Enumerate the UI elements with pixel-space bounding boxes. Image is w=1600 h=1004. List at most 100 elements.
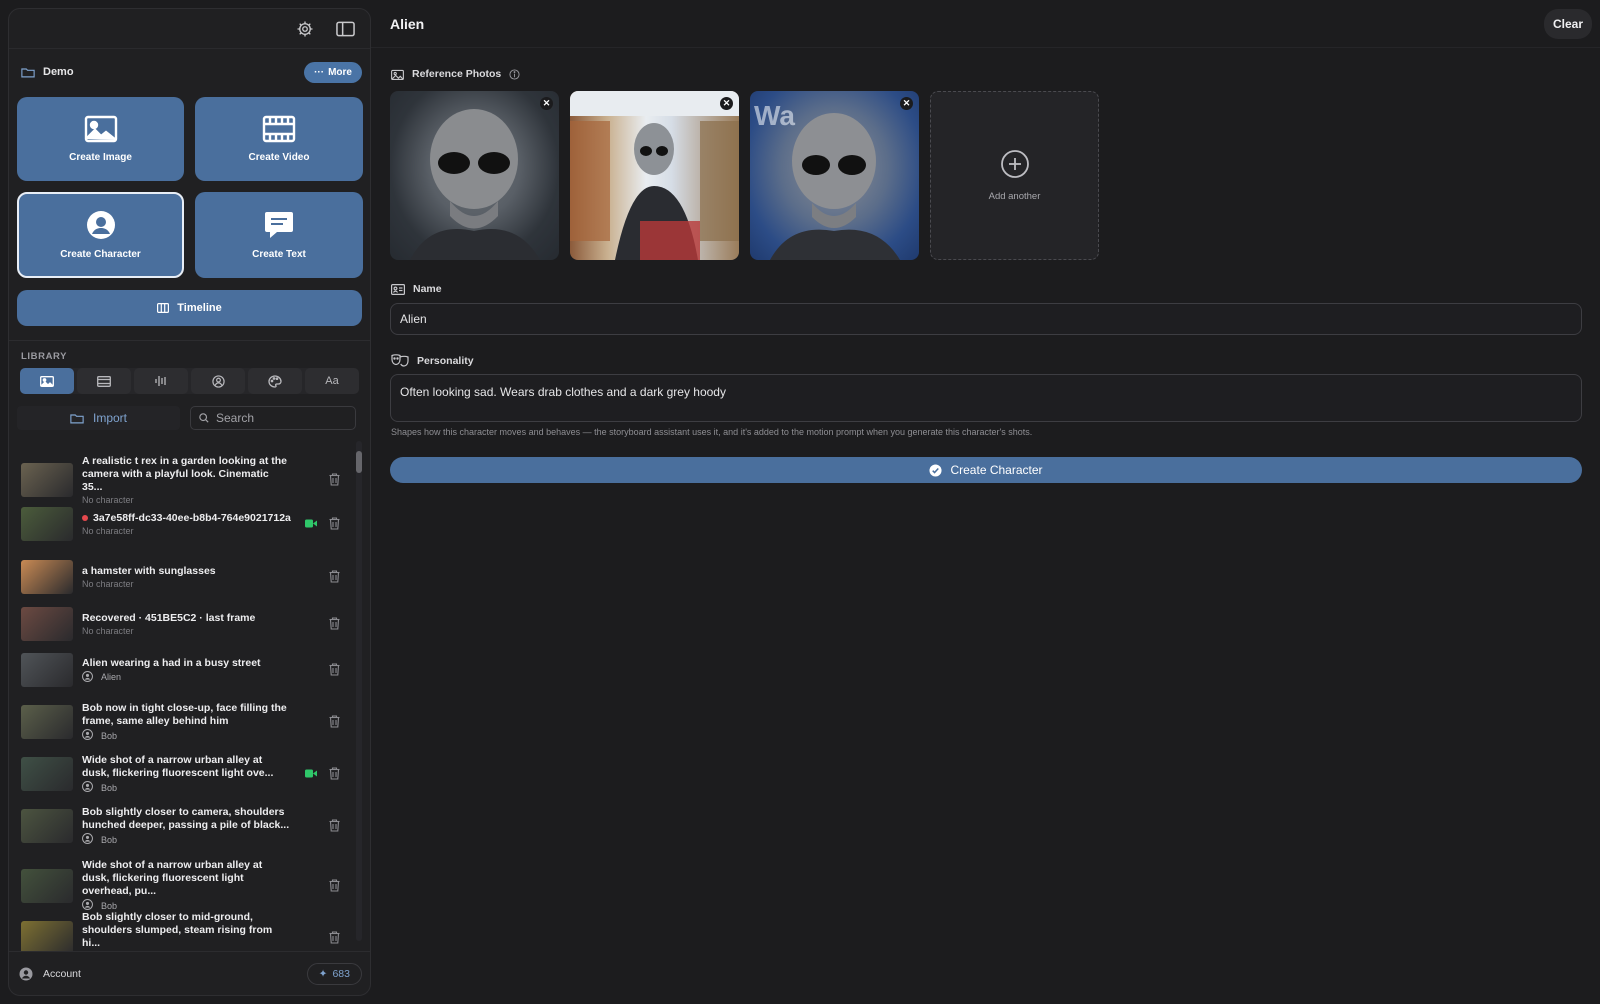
tab-styles[interactable]	[248, 368, 302, 394]
reference-photos: ✕ ✕ Wa ✕ Add another	[390, 91, 1099, 260]
account-bar: Account ✦ 683	[9, 951, 370, 995]
project-name[interactable]: Demo	[21, 66, 74, 78]
import-label: Import	[92, 411, 127, 425]
item-title-text: Bob slightly closer to camera, shoulders…	[82, 806, 290, 831]
personality-field[interactable]: Often looking sad. Wears drab clothes an…	[390, 374, 1582, 422]
list-item[interactable]: a hamster with sunglasses No character	[21, 560, 341, 594]
account-button[interactable]: Account	[19, 967, 81, 981]
more-button[interactable]: ··· More	[304, 61, 362, 83]
list-item[interactable]: Recovered · 451BE5C2 · last frame No char…	[21, 607, 341, 641]
trash-icon[interactable]	[329, 663, 341, 677]
item-title: Bob slightly closer to camera, shoulders…	[82, 806, 292, 832]
svg-text:Wa: Wa	[754, 100, 795, 131]
item-title-text: a hamster with sunglasses	[82, 565, 216, 577]
trash-icon[interactable]	[329, 767, 341, 781]
list-item[interactable]: 3a7e58ff-dc33-40ee-b8b4-764e9021712a No c…	[21, 507, 341, 541]
personality-heading: Personality	[391, 354, 474, 367]
reference-photos-heading: Reference Photos	[391, 68, 520, 80]
item-title-text: Alien wearing a had in a busy street	[82, 656, 261, 669]
item-subtitle-text: Bob	[101, 782, 118, 793]
item-subtitle: Bob	[82, 781, 292, 794]
create-video-label: Create Video	[248, 152, 310, 163]
create-video-button[interactable]: Create Video	[195, 97, 363, 181]
item-thumbnail	[21, 653, 73, 687]
create-text-button[interactable]: Create Text	[195, 192, 363, 278]
item-actions	[329, 715, 341, 729]
gear-icon[interactable]	[294, 18, 316, 40]
tab-characters[interactable]	[191, 368, 245, 394]
create-image-button[interactable]: Create Image	[17, 97, 184, 181]
create-character-submit[interactable]: Create Character	[390, 457, 1582, 483]
item-text: 3a7e58ff-dc33-40ee-b8b4-764e9021712a No c…	[82, 512, 292, 536]
sidebar-toggle-icon[interactable]	[334, 18, 356, 40]
create-character-button[interactable]: Create Character	[17, 192, 184, 278]
trash-icon[interactable]	[329, 930, 341, 945]
search-input[interactable]: Search	[190, 406, 356, 430]
credits-badge[interactable]: ✦ 683	[306, 962, 362, 985]
more-label: More	[328, 66, 352, 78]
sparkle-icon: ✦	[318, 967, 328, 980]
item-actions	[329, 663, 341, 677]
main-header: Alien Clear	[371, 0, 1600, 48]
library-list: A realistic t rex in a garden looking at…	[9, 441, 363, 951]
item-text: A realistic t rex in a garden looking at…	[82, 455, 292, 505]
create-character-label: Create Character	[950, 463, 1043, 477]
remove-photo-icon[interactable]: ✕	[900, 97, 913, 110]
list-item[interactable]: Bob slightly closer to mid-ground, shoul…	[21, 911, 341, 951]
tab-videos[interactable]	[77, 368, 131, 394]
palette-icon	[268, 374, 282, 388]
credits-value: 683	[332, 967, 350, 980]
item-subtitle: No character	[82, 526, 292, 536]
list-item[interactable]: Bob slightly closer to camera, shoulders…	[21, 806, 341, 846]
item-title-text: 3a7e58ff-dc33-40ee-b8b4-764e9021712a	[93, 512, 291, 524]
item-actions	[329, 819, 341, 833]
list-item[interactable]: A realistic t rex in a garden looking at…	[21, 455, 341, 505]
name-field[interactable]: Alien	[390, 303, 1582, 335]
library-scrollbar[interactable]	[356, 441, 362, 941]
reference-photo[interactable]: Wa ✕	[750, 91, 919, 260]
trash-icon[interactable]	[329, 878, 341, 893]
add-another-label: Add another	[988, 191, 1041, 202]
trash-icon[interactable]	[329, 715, 341, 729]
library-actions: Import Search	[17, 406, 362, 430]
remove-photo-icon[interactable]: ✕	[720, 97, 733, 110]
reference-photo[interactable]: ✕	[390, 91, 559, 260]
add-photo-button[interactable]: Add another	[930, 91, 1099, 260]
import-button[interactable]: Import	[17, 406, 180, 430]
tab-text[interactable]: Aa	[305, 368, 359, 394]
item-title-text: Wide shot of a narrow urban alley at dus…	[82, 754, 274, 779]
reference-photos-label: Reference Photos	[412, 68, 502, 80]
remove-photo-icon[interactable]: ✕	[540, 97, 553, 110]
list-item[interactable]: Wide shot of a narrow urban alley at dus…	[21, 754, 341, 794]
character-icon	[82, 833, 93, 846]
item-subtitle-text: No character	[82, 526, 134, 536]
scrollbar-thumb[interactable]	[356, 451, 362, 473]
tab-audio[interactable]	[134, 368, 188, 394]
trash-icon[interactable]	[329, 819, 341, 833]
item-text: a hamster with sunglasses No character	[82, 565, 292, 589]
list-item[interactable]: Bob now in tight close-up, face filling …	[21, 702, 341, 742]
folder-icon	[21, 67, 35, 77]
item-title: Wide shot of a narrow urban alley at dus…	[82, 859, 292, 898]
tab-images[interactable]	[20, 368, 74, 394]
list-item[interactable]: Wide shot of a narrow urban alley at dus…	[21, 859, 341, 912]
trash-icon[interactable]	[329, 617, 341, 631]
item-title: 3a7e58ff-dc33-40ee-b8b4-764e9021712a	[82, 512, 292, 525]
item-title: Wide shot of a narrow urban alley at dus…	[82, 754, 292, 780]
item-title: Bob now in tight close-up, face filling …	[82, 702, 292, 728]
clear-button[interactable]: Clear	[1543, 8, 1592, 39]
trash-icon[interactable]	[329, 473, 341, 487]
item-title: Recovered · 451BE5C2 · last frame	[82, 612, 292, 625]
trash-icon[interactable]	[329, 570, 341, 584]
trash-icon[interactable]	[329, 517, 341, 531]
reference-photo[interactable]: ✕	[570, 91, 739, 260]
item-subtitle-text: Bob	[101, 900, 118, 911]
item-title-text: Wide shot of a narrow urban alley at dus…	[82, 859, 263, 897]
info-icon[interactable]	[509, 68, 520, 80]
item-title: a hamster with sunglasses	[82, 565, 292, 578]
timeline-button[interactable]: Timeline	[17, 290, 362, 326]
item-actions	[329, 930, 341, 945]
name-label: Name	[413, 283, 442, 295]
list-item[interactable]: Alien wearing a had in a busy street Alie…	[21, 653, 341, 687]
personality-label: Personality	[417, 354, 474, 367]
